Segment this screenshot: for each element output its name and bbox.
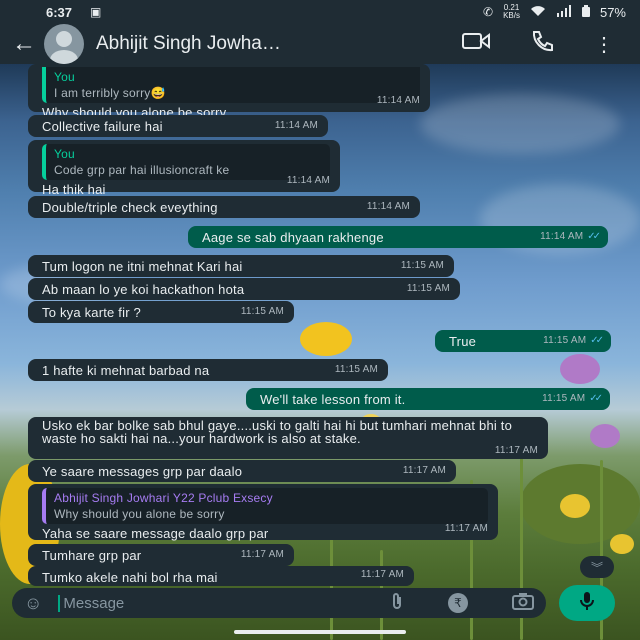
quote-text: I am terribly sorry😅 (54, 86, 166, 100)
message-text: Tumhare grp par (42, 548, 142, 563)
quote-author: You (54, 70, 75, 84)
camera-icon[interactable] (512, 592, 534, 615)
attach-icon[interactable] (390, 592, 404, 615)
message-time: 11:17 AM (360, 569, 404, 580)
message-time: 11:15 AM (542, 393, 586, 404)
double-chevron-down-icon: ︾ (590, 560, 603, 575)
more-options-icon[interactable]: ⋮ (594, 32, 614, 57)
message-text: Collective failure hai (42, 119, 163, 134)
quote-author: You (54, 147, 75, 161)
message-text: Aage se sab dhyaan rakhenge (202, 230, 384, 245)
video-call-icon[interactable] (462, 32, 490, 56)
message-bubble-incoming[interactable]: Usko ek bar bolke sab bhul gaye....uski … (28, 417, 548, 459)
quoted-message[interactable]: You I am terribly sorry😅 (42, 67, 420, 103)
message-text: Usko ek bar bolke sab bhul gaye....uski … (42, 418, 513, 446)
message-bubble-incoming[interactable]: Tum logon ne itni mehnat Kari hai 11:15 … (28, 255, 454, 277)
message-time: 11:17 AM (402, 465, 446, 476)
speed-unit: KB/s (503, 11, 520, 20)
rupee-payment-icon[interactable]: ₹ (448, 593, 468, 613)
wifi-icon (530, 5, 546, 20)
mic-button[interactable] (559, 585, 615, 621)
message-time: 11:17 AM (240, 549, 284, 560)
message-text: 1 hafte ki mehnat barbad na (42, 363, 210, 378)
gesture-nav-bar[interactable] (234, 630, 406, 634)
message-bubble-incoming[interactable]: 1 hafte ki mehnat barbad na 11:15 AM (28, 359, 388, 381)
message-text: Yaha se saare message daalo grp par (42, 526, 269, 541)
battery-level: 57% (599, 4, 626, 20)
message-bubble-incoming[interactable]: Abhijit Singh Jowhari Y22 Pclub Exsecy W… (28, 484, 498, 541)
message-bubble-incoming[interactable]: Double/triple check eveything 11:14 AM (28, 196, 420, 218)
message-time: 11:17 AM (494, 445, 538, 456)
message-text: Ye saare messages grp par daalo (42, 464, 243, 479)
message-time: 11:14 AM (274, 120, 318, 131)
back-arrow-icon[interactable]: ← (12, 30, 44, 58)
message-text: Tumko akele nahi bol rha mai (42, 570, 218, 585)
call-active-icon: ✆ (483, 5, 494, 19)
quote-text: Why should you alone be sorry (54, 507, 225, 521)
scroll-to-bottom-button[interactable]: ︾ (580, 556, 614, 578)
message-bubble-outgoing[interactable]: We'll take lesson from it. 11:15 AM ✓✓ (246, 388, 610, 410)
contact-name[interactable]: Abhijit Singh Jowha… (96, 33, 396, 55)
message-text: We'll take lesson from it. (260, 392, 406, 407)
message-text: To kya karte fir ? (42, 305, 141, 320)
chat-header: ← Abhijit Singh Jowha… ⋮ (0, 24, 640, 64)
message-time: 11:15 AM (400, 260, 444, 271)
message-bubble-incoming[interactable]: Tumko akele nahi bol rha mai 11:17 AM (28, 566, 414, 586)
message-time: 11:14 AM (376, 95, 420, 106)
gallery-notification-icon: ▣ (90, 5, 102, 19)
message-time: 11:15 AM (543, 335, 587, 346)
message-text: Ab maan lo ye koi hackathon hota (42, 282, 245, 297)
message-text: Tum logon ne itni mehnat Kari hai (42, 259, 243, 274)
message-text: True (449, 334, 477, 349)
status-time: 6:37 (46, 4, 73, 20)
network-speed: 0.21 KB/s (503, 4, 520, 20)
message-bubble-incoming[interactable]: You I am terribly sorry😅 Why should you … (28, 64, 430, 120)
voice-call-icon[interactable] (530, 30, 554, 58)
read-ticks-icon: ✓✓ (587, 231, 601, 242)
read-ticks-icon: ✓✓ (589, 393, 603, 404)
message-time: 11:14 AM (366, 201, 410, 212)
quoted-message[interactable]: Abhijit Singh Jowhari Y22 Pclub Exsecy W… (42, 488, 488, 524)
message-time: 11:17 AM (444, 523, 488, 534)
message-input[interactable] (58, 594, 319, 612)
message-bubble-incoming[interactable]: Ab maan lo ye koi hackathon hota 11:15 A… (28, 278, 460, 300)
avatar[interactable] (44, 24, 84, 64)
quote-text: Code grp par hai illusioncraft ke (54, 163, 230, 177)
message-bubble-incoming[interactable]: Collective failure hai 11:14 AM (28, 115, 328, 137)
status-bar: 6:37 ▣ ✆ 0.21 KB/s 57% (0, 0, 640, 24)
message-time: 11:15 AM (406, 283, 450, 294)
mic-icon (580, 591, 594, 616)
battery-icon (581, 4, 590, 20)
read-ticks-icon: ✓✓ (590, 335, 604, 346)
message-bubble-outgoing[interactable]: True 11:15 AM ✓✓ (435, 330, 611, 352)
signal-icon (556, 4, 572, 20)
message-composer: ☺ ₹ (12, 588, 546, 618)
status-icons: ✆ 0.21 KB/s 57% (483, 4, 626, 20)
message-bubble-incoming[interactable]: To kya karte fir ? 11:15 AM (28, 301, 294, 323)
message-text: Double/triple check eveything (42, 200, 218, 215)
message-time: 11:14 AM (540, 231, 584, 242)
message-bubble-incoming[interactable]: Tumhare grp par 11:17 AM (28, 544, 294, 566)
message-time: 11:15 AM (334, 364, 378, 375)
message-bubble-outgoing[interactable]: Aage se sab dhyaan rakhenge 11:14 AM ✓✓ (188, 226, 608, 248)
quote-author: Abhijit Singh Jowhari Y22 Pclub Exsecy (54, 491, 273, 505)
message-bubble-incoming[interactable]: You Code grp par hai illusioncraft ke Ha… (28, 140, 340, 197)
message-time: 11:14 AM (286, 175, 330, 186)
message-time: 11:15 AM (240, 306, 284, 317)
message-bubble-incoming[interactable]: Ye saare messages grp par daalo 11:17 AM (28, 460, 456, 482)
emoji-icon[interactable]: ☺ (24, 593, 42, 614)
